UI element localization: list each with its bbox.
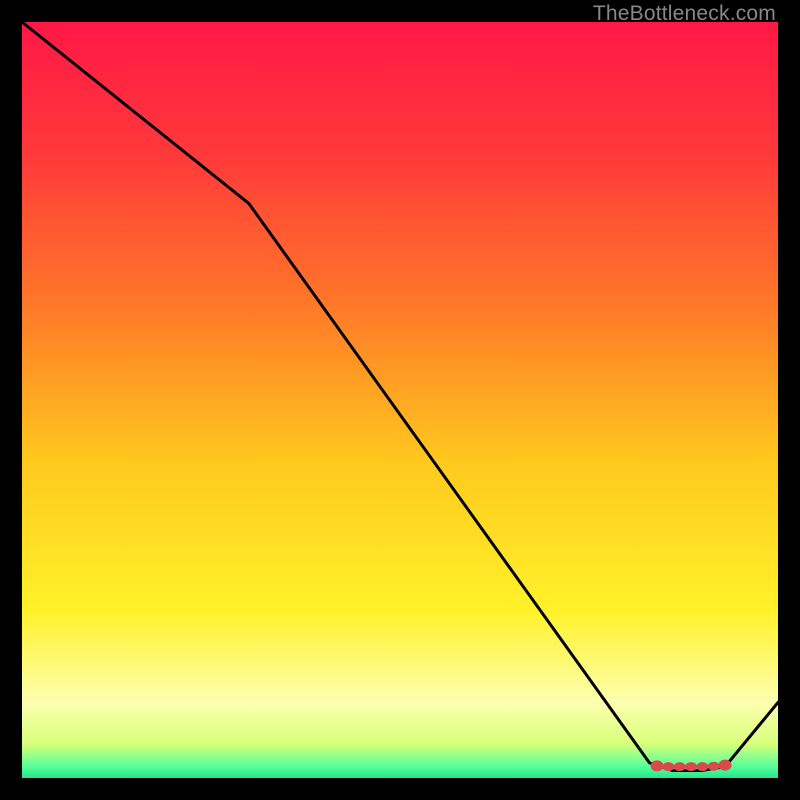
chart-marker [674, 762, 686, 771]
chart-svg [22, 22, 778, 778]
chart-marker [696, 762, 708, 771]
chart-marker [651, 760, 664, 771]
chart-marker [719, 760, 732, 771]
chart-marker [685, 762, 697, 771]
chart-background [22, 22, 778, 778]
chart-marker [662, 762, 674, 771]
chart-plot-area [22, 22, 778, 778]
chart-marker [708, 762, 720, 771]
